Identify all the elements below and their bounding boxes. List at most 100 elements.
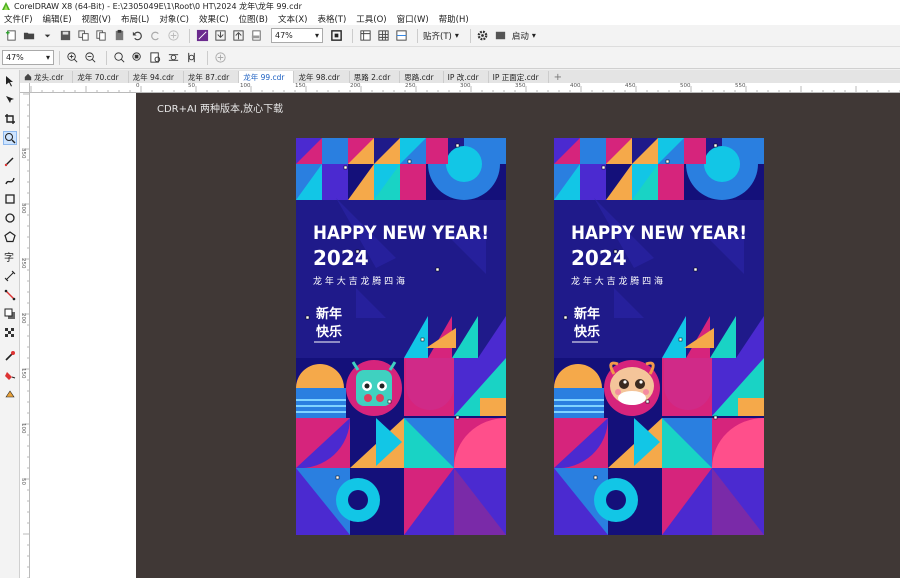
artistic-media-tool-icon[interactable]: [3, 173, 17, 187]
menu-tools[interactable]: 工具(O): [356, 13, 386, 25]
zoom-page-icon[interactable]: [148, 51, 162, 65]
tab-doc-5-active[interactable]: 龙年 99.cdr: [239, 71, 295, 83]
ruler-tick-label: 0: [136, 83, 140, 89]
cut-icon[interactable]: [76, 29, 90, 43]
tab-doc-9[interactable]: IP 改.cdr: [444, 71, 489, 83]
poster-tagline: 龙 年 大 吉 龙 腾 四 海: [571, 275, 663, 287]
chevron-down-icon[interactable]: ▾: [455, 31, 459, 40]
tab-doc-6[interactable]: 龙年 98.cdr: [294, 71, 350, 83]
crop-tool-icon[interactable]: [3, 112, 17, 126]
shape-tool-icon[interactable]: [3, 93, 17, 107]
zoom-out-icon[interactable]: [83, 51, 97, 65]
corel-connect-icon[interactable]: [195, 29, 209, 43]
tab-doc-4[interactable]: 龙年 87.cdr: [184, 71, 240, 83]
tab-label: 龙头.cdr: [34, 72, 64, 82]
tab-doc-7[interactable]: 思路 2.cdr: [350, 71, 401, 83]
publish-pdf-icon[interactable]: [249, 29, 263, 43]
zoom-level-select[interactable]: 47% ▾: [271, 28, 323, 43]
freehand-tool-icon[interactable]: [3, 154, 17, 168]
ruler-tick-label: 250: [20, 258, 26, 269]
menu-object[interactable]: 对象(C): [159, 13, 189, 25]
tab-doc-1[interactable]: 龙头.cdr: [20, 71, 74, 83]
interactive-fill-tool-icon[interactable]: [3, 368, 17, 382]
title-bar: CorelDRAW X8 (64-Bit) - E:\2305049E\1\Ro…: [0, 0, 900, 12]
tab-label: IP 改.cdr: [447, 72, 479, 82]
menu-view[interactable]: 视图(V): [82, 13, 111, 25]
zoom-in-icon[interactable]: [65, 51, 79, 65]
rectangle-tool-icon[interactable]: [3, 192, 17, 206]
ruler-tick-label: 500: [680, 83, 691, 89]
poster-tagline: 龙 年 大 吉 龙 腾 四 海: [313, 275, 405, 287]
menu-bitmaps[interactable]: 位图(B): [239, 13, 268, 25]
tab-label: 龙年 94.cdr: [132, 72, 174, 82]
ruler-origin[interactable]: [20, 83, 30, 93]
show-guidelines-icon[interactable]: [394, 29, 408, 43]
desktop-workspace[interactable]: [136, 93, 900, 578]
poster-artboard-right[interactable]: HAPPY NEW YEAR! 2024 龙 年 大 吉 龙 腾 四 海 新年 …: [554, 138, 764, 535]
copy-icon[interactable]: [94, 29, 108, 43]
property-zoom-select[interactable]: 47% ▾: [2, 50, 54, 65]
zoom-page-width-icon[interactable]: [166, 51, 180, 65]
full-screen-icon[interactable]: [329, 29, 343, 43]
search-content-icon[interactable]: [166, 29, 180, 43]
vertical-ruler[interactable]: 350 300 250 200 150 100 50: [20, 93, 30, 578]
tab-doc-10[interactable]: IP 正面定.cdr: [489, 71, 549, 83]
options-gear-icon[interactable]: [476, 29, 490, 43]
save-icon[interactable]: [58, 29, 72, 43]
chevron-down-icon[interactable]: ▾: [532, 31, 536, 40]
open-folder-icon[interactable]: [22, 29, 36, 43]
connector-tool-icon[interactable]: [3, 288, 17, 302]
redo-icon[interactable]: [148, 29, 162, 43]
text-tool-icon[interactable]: 字: [3, 250, 17, 264]
ruler-tick-label: 300: [20, 203, 26, 214]
parallel-dimension-tool-icon[interactable]: [3, 269, 17, 283]
undo-icon[interactable]: [130, 29, 144, 43]
zoom-tool-icon[interactable]: [3, 131, 17, 145]
menu-layout[interactable]: 布局(L): [121, 13, 149, 25]
ellipse-tool-icon[interactable]: [3, 211, 17, 225]
zoom-page-height-icon[interactable]: [184, 51, 198, 65]
tab-doc-2[interactable]: 龙年 70.cdr: [73, 71, 129, 83]
ruler-tick-label: 350: [20, 148, 26, 159]
zoom-selected-icon[interactable]: [112, 51, 126, 65]
new-document-icon[interactable]: [4, 29, 18, 43]
application-launcher-icon[interactable]: [494, 29, 508, 43]
poster-year: 2024: [571, 246, 627, 270]
eyedropper-tool-icon[interactable]: [3, 349, 17, 363]
show-rulers-icon[interactable]: [358, 29, 372, 43]
menu-file[interactable]: 文件(F): [4, 13, 33, 25]
menu-text[interactable]: 文本(X): [278, 13, 307, 25]
horizontal-ruler[interactable]: 0 50 100 150 200 250 300 350 400 450 500…: [30, 83, 900, 93]
paste-icon[interactable]: [112, 29, 126, 43]
menu-window[interactable]: 窗口(W): [397, 13, 429, 25]
ruler-tick-label: 250: [405, 83, 416, 89]
new-tab-plus-icon[interactable]: +: [549, 72, 567, 83]
ruler-tick-label: 300: [460, 83, 471, 89]
poster-artboard-left[interactable]: HAPPY NEW YEAR! 2024 龙 年 大 吉 龙 腾 四 海 新年 …: [296, 138, 506, 535]
menu-help[interactable]: 帮助(H): [439, 13, 469, 25]
drawing-page-area[interactable]: [30, 93, 136, 578]
tab-doc-3[interactable]: 龙年 94.cdr: [129, 71, 184, 83]
polygon-tool-icon[interactable]: [3, 230, 17, 244]
vertical-ruler-ticks: [23, 93, 29, 578]
tab-label: IP 正面定.cdr: [492, 72, 539, 82]
add-icon[interactable]: [213, 51, 227, 65]
show-grid-icon[interactable]: [376, 29, 390, 43]
poster-stacked-text-1: 新年: [316, 306, 342, 322]
toolbar-separator: [207, 50, 208, 65]
snap-to-button[interactable]: 贴齐(T): [423, 30, 452, 42]
menu-effects[interactable]: 效果(C): [199, 13, 229, 25]
menu-table[interactable]: 表格(T): [317, 13, 346, 25]
drop-shadow-tool-icon[interactable]: [3, 307, 17, 321]
transparency-tool-icon[interactable]: [3, 326, 17, 340]
export-icon[interactable]: [231, 29, 245, 43]
dropdown-arrow-icon[interactable]: [40, 29, 54, 43]
tab-doc-8[interactable]: 思路.cdr: [400, 71, 444, 83]
pick-tool-icon[interactable]: [3, 74, 17, 88]
menu-edit[interactable]: 编辑(E): [43, 13, 72, 25]
import-icon[interactable]: [213, 29, 227, 43]
smart-fill-tool-icon[interactable]: [3, 387, 17, 401]
poster-headline: HAPPY NEW YEAR!: [313, 222, 489, 244]
launch-button[interactable]: 启动: [512, 30, 529, 42]
zoom-all-objects-icon[interactable]: [130, 51, 144, 65]
